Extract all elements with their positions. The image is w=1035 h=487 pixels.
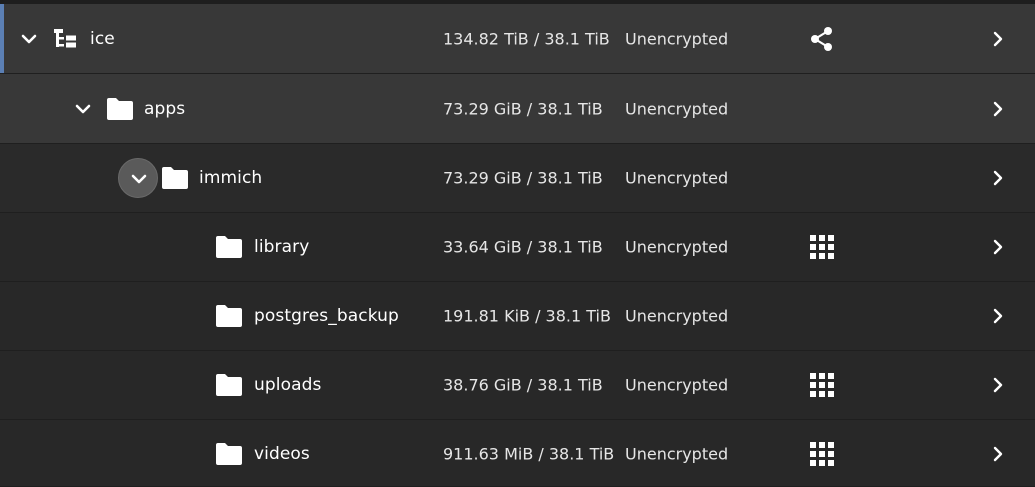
chevron-right-icon[interactable]: [988, 168, 1008, 188]
chevron-right-icon[interactable]: [988, 444, 1008, 464]
folder-icon: [215, 373, 243, 397]
dataset-name: ice: [90, 28, 115, 49]
dataset-tree-icon: [53, 27, 81, 51]
folder-icon: [215, 235, 243, 259]
dataset-encryption: Unencrypted: [625, 375, 729, 395]
dataset-name: library: [254, 237, 310, 257]
dataset-name: apps: [144, 98, 186, 119]
chevron-right-icon[interactable]: [988, 237, 1008, 257]
dataset-name: immich: [199, 168, 263, 188]
dataset-used: 38.76 GiB / 38.1 TiB: [443, 375, 603, 395]
dataset-name: uploads: [254, 375, 322, 395]
folder-icon: [215, 442, 243, 466]
dataset-used: 73.29 GiB / 38.1 TiB: [443, 99, 603, 118]
dataset-name: postgres_backup: [254, 306, 399, 326]
dataset-name: videos: [254, 443, 310, 464]
chevron-right-icon[interactable]: [988, 306, 1008, 326]
dataset-encryption: Unencrypted: [625, 306, 729, 326]
dataset-used: 73.29 GiB / 38.1 TiB: [443, 168, 603, 188]
chevron-down-icon[interactable]: [72, 98, 94, 120]
chevron-right-icon[interactable]: [988, 375, 1008, 395]
dataset-encryption: Unencrypted: [625, 237, 729, 257]
apps-grid-icon: [808, 233, 836, 261]
dataset-tree: ice 134.82 TiB / 38.1 TiB Unencrypted ap…: [0, 0, 1035, 487]
folder-icon: [106, 97, 134, 121]
tree-row-ice[interactable]: ice 134.82 TiB / 38.1 TiB Unencrypted: [0, 4, 1035, 74]
chevron-right-icon[interactable]: [988, 99, 1008, 119]
dataset-used: 911.63 MiB / 38.1 TiB: [443, 444, 615, 463]
folder-icon: [161, 166, 189, 190]
chevron-down-icon[interactable]: [18, 28, 40, 50]
folder-icon: [215, 304, 243, 328]
chevron-down-icon[interactable]: [118, 158, 158, 198]
tree-row-postgres-backup[interactable]: postgres_backup 191.81 KiB / 38.1 TiB Un…: [0, 282, 1035, 351]
tree-row-immich[interactable]: immich 73.29 GiB / 38.1 TiB Unencrypted: [0, 144, 1035, 213]
dataset-encryption: Unencrypted: [625, 99, 729, 118]
dataset-used: 134.82 TiB / 38.1 TiB: [443, 29, 610, 48]
tree-row-library[interactable]: library 33.64 GiB / 38.1 TiB Unencrypted: [0, 213, 1035, 282]
tree-row-videos[interactable]: videos 911.63 MiB / 38.1 TiB Unencrypted: [0, 421, 1035, 487]
dataset-used: 191.81 KiB / 38.1 TiB: [443, 306, 611, 326]
apps-grid-icon: [808, 440, 836, 468]
dataset-encryption: Unencrypted: [625, 444, 729, 463]
dataset-used: 33.64 GiB / 38.1 TiB: [443, 237, 603, 257]
share-icon: [808, 25, 836, 53]
tree-row-uploads[interactable]: uploads 38.76 GiB / 38.1 TiB Unencrypted: [0, 351, 1035, 420]
selection-indicator: [0, 4, 4, 73]
dataset-encryption: Unencrypted: [625, 168, 729, 188]
apps-grid-icon: [808, 371, 836, 399]
dataset-encryption: Unencrypted: [625, 29, 729, 48]
chevron-right-icon[interactable]: [988, 29, 1008, 49]
tree-row-apps[interactable]: apps 73.29 GiB / 38.1 TiB Unencrypted: [0, 74, 1035, 144]
